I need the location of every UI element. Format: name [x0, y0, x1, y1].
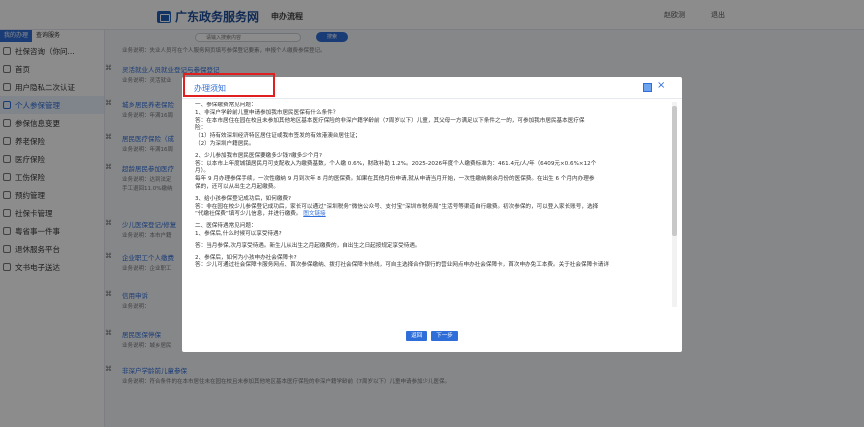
- notice-text: 答：当月参保,次月享受待遇。新生儿从出生之月起缴费的，自出生之日起按规定享受待遇…: [195, 242, 421, 249]
- notice-line: 答：在本市居住在园在校且未参加其他地区基本医疗保险的非深户籍学龄前（7周岁以下）…: [195, 118, 670, 126]
- dialog-buttons: 返回 下一步: [182, 331, 682, 341]
- notice-line: 1、参保后,什么时候可以享受待遇?: [195, 231, 670, 239]
- close-icon[interactable]: ×: [657, 81, 665, 91]
- notice-line: 二、医保待遇常见问题：: [195, 223, 670, 231]
- notice-text: 保的，还可以从出生之月起缴费。: [195, 183, 279, 190]
- notice-line: 答：当月参保,次月享受待遇。新生儿从出生之月起缴费的，自出生之日起按规定享受待遇…: [195, 243, 670, 251]
- notice-line: （2）为深圳户籍居民。: [195, 141, 670, 149]
- notice-text: 月）。: [195, 168, 209, 175]
- notice-line: 3、给小孩参保登记成功后，如何缴费?: [195, 196, 670, 204]
- maximize-icon[interactable]: [643, 83, 652, 92]
- notice-line: 月）。: [195, 168, 670, 176]
- next-button[interactable]: 下一步: [431, 331, 458, 341]
- notice-text: 2、参保后，如何为小孩申办社会保障卡?: [195, 254, 297, 261]
- notice-text: 答：以本市上年度城镇居民月可支配收入为缴费基数，个人缴 0.6%，财政补助 1.…: [195, 160, 597, 167]
- notice-line: 2、少儿参加我市居民医保要缴多少钱?缴多少个月?: [195, 153, 670, 161]
- notice-text: 答：在本市居住在园在校且未参加其他地区基本医疗保险的非深户籍学龄前（7周岁以下）…: [195, 117, 585, 124]
- notice-text: （1）持有效深圳经济特区居住证或我市签发的有效港澳台居住证；: [195, 133, 361, 140]
- notice-text: （2）为深圳户籍居民。: [195, 140, 255, 147]
- notice-text: 二、医保待遇常见问题：: [195, 223, 257, 230]
- notice-text: 每年 9 月办理参保手续，一次性缴纳 9 月到次年 8 月的医保费。如果在其他月…: [195, 176, 595, 183]
- notice-line: “代缴社保费”填写少儿信息，并进行缴费。 图文链接: [195, 211, 670, 219]
- notice-text: “代缴社保费”填写少儿信息，并进行缴费。: [195, 211, 302, 218]
- notice-text: 2、少儿参加我市居民医保要缴多少钱?缴多少个月?: [195, 152, 322, 159]
- notice-line: 答：少儿可通过社会保障卡服务网点、首次参保缴纳、拨打社会保障卡热线，可自主选择合…: [195, 262, 670, 270]
- notice-line: 一、参保缴费常见问题：: [195, 102, 670, 110]
- dialog-header: 办理须知 ×: [182, 73, 682, 99]
- notice-line: 保的，还可以从出生之月起缴费。: [195, 184, 670, 192]
- notice-text: 一、参保缴费常见问题：: [195, 102, 257, 108]
- notice-text: 1、参保后,什么时候可以享受待遇?: [195, 230, 282, 237]
- notice-dialog: 办理须知 × 一、参保缴费常见问题： 1、非深户学龄前儿童申请参加我市居民医保有什…: [182, 73, 682, 352]
- notice-line: 答：以本市上年度城镇居民月可支配收入为缴费基数，个人缴 0.6%，财政补助 1.…: [195, 161, 670, 169]
- notice-text: 1、非深户学龄前儿童申请参加我市居民医保有什么条件？: [195, 109, 339, 116]
- notice-line: 每年 9 月办理参保手续，一次性缴纳 9 月到次年 8 月的医保费。如果在其他月…: [195, 176, 670, 184]
- notice-text: 险：: [195, 125, 207, 132]
- notice-text: 3、给小孩参保登记成功后，如何缴费?: [195, 195, 292, 202]
- graphic-link[interactable]: 图文链接: [303, 211, 325, 217]
- notice-line: （1）持有效深圳经济特区居住证或我市签发的有效港澳台居住证；: [195, 133, 670, 141]
- notice-text: 答：非在园在校少儿参保登记成功后，家长可以通过“深圳税务”微信公众号、支付宝“深…: [195, 203, 599, 210]
- notice-text: 答：少儿可通过社会保障卡服务网点、首次参保缴纳、拨打社会保障卡热线，可自主选择合…: [195, 262, 609, 269]
- dialog-content[interactable]: 一、参保缴费常见问题： 1、非深户学龄前儿童申请参加我市居民医保有什么条件？ 答：在…: [195, 102, 670, 307]
- dialog-scrollbar[interactable]: [672, 102, 677, 307]
- notice-line: 1、非深户学龄前儿童申请参加我市居民医保有什么条件？: [195, 110, 670, 118]
- title-highlight-box: [183, 73, 275, 97]
- scroll-thumb[interactable]: [672, 106, 677, 236]
- back-button[interactable]: 返回: [406, 331, 428, 341]
